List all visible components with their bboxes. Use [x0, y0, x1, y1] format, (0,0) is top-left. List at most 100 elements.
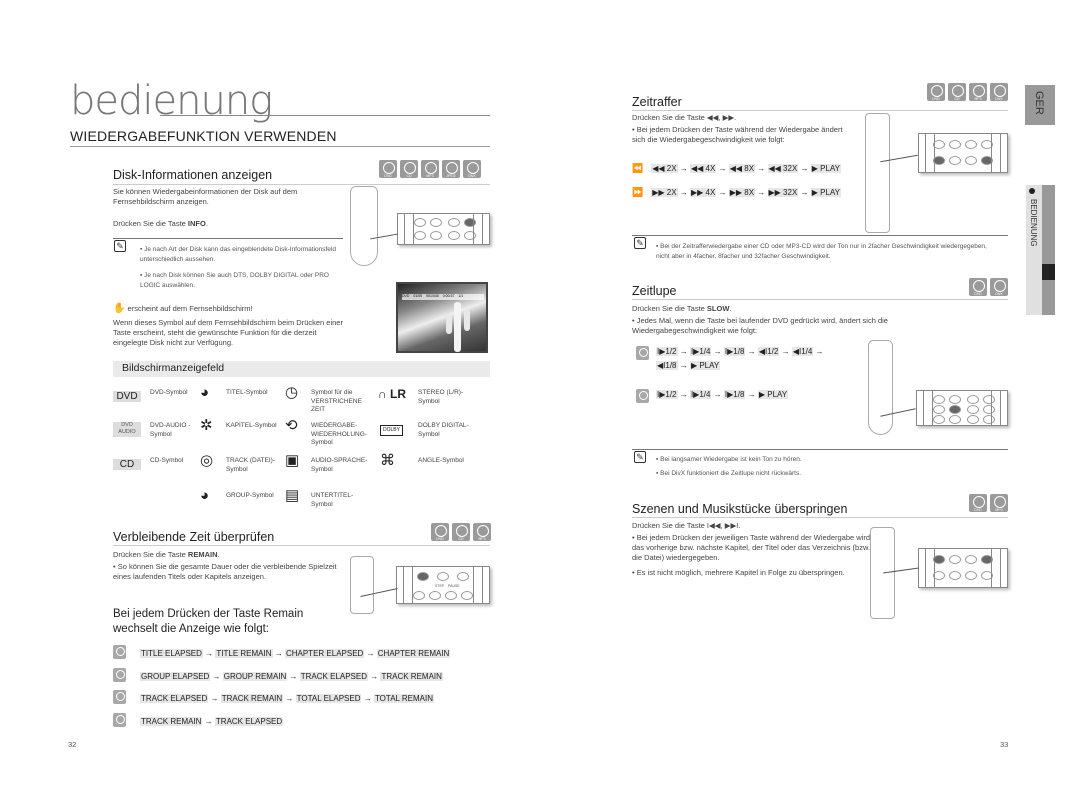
forward-button [981, 156, 993, 165]
symbol-grid: DVD DVD-Symbol ◕ TITEL-Symbol ◷ Symbol für di… [113, 385, 490, 515]
fast-motion-bullet: • Bei jedem Drücken der Taste während de… [632, 125, 843, 144]
note-text: Je nach Disk können Sie auch DTS, DOLBY … [140, 272, 329, 289]
remote-illustration [350, 556, 374, 614]
arrow-icon: → [798, 164, 811, 173]
headphones-lr-icon: ∩ LR [378, 387, 406, 401]
disc-badge-mp3: MP3 [969, 83, 987, 101]
symbol-label: TRACK (DATEI)-Symbol [226, 457, 275, 473]
arrow-icon: → [202, 649, 216, 658]
sequence-step: TRACK REMAIN [220, 694, 284, 703]
note-text: Bei DivX funktioniert die Zeitlupe nicht… [660, 470, 802, 477]
symbol-cell: DOLBY DOLBY DIGITAL-Symbol [378, 420, 469, 452]
disc-badge-dvd: DVD [927, 83, 945, 101]
slow-motion-heading: Zeitlupe [632, 284, 677, 298]
disc-badge-label: DVD [384, 174, 392, 178]
sequence-step: I▶1/2 [656, 390, 678, 399]
skip-instruction: Drücken Sie die Taste I◀◀, ▶▶I. [632, 521, 741, 530]
disk-info-heading: Disk-Informationen anzeigen [113, 168, 273, 182]
arrow-icon: → [677, 188, 690, 197]
fast-motion-note: ▪ Bei der Zeitrafferwiedergabe einer CD … [656, 243, 987, 260]
sequence-step: ▶▶ 8X [728, 188, 756, 197]
remaining-time-rule [113, 545, 490, 546]
symbol-cell: ⌘ ANGLE-Symbol [378, 453, 468, 487]
bullet-text: So können Sie die gesamte Dauer oder die… [113, 562, 337, 581]
tv-screenshot: DVD 01/05 001/040 0:00:37 1/1 [396, 282, 488, 353]
arrow-icon: → [755, 164, 768, 173]
osd-item: DVD [402, 294, 411, 298]
note-text: Je nach Art der Disk kann das eingeblend… [140, 246, 336, 263]
disk-info-note-1: ▪ Je nach Art der Disk kann das eingeble… [140, 246, 336, 263]
bullet-text: Es ist nicht möglich, mehrere Kapitel in… [636, 568, 845, 577]
sequence-step: ▶▶ 4X [689, 188, 717, 197]
disc-badge-cd: CD [400, 160, 418, 178]
arrow-icon: → [711, 347, 724, 356]
subheading-line-2: wechselt die Anzeige wie folgt: [113, 623, 269, 635]
symbol-cell: DVD AUDIO DVD-AUDIO -Symbol [113, 420, 203, 452]
remain-subheading: Bei jedem Drücken der Taste Remain wechs… [113, 607, 303, 637]
sequence-step: CHAPTER ELAPSED [284, 649, 365, 658]
slow-button [949, 405, 961, 414]
chapter-title: bedienung [70, 78, 273, 124]
slow-motion-note-1: ▪ Bei langsamer Wiedergabe ist kein Ton … [656, 456, 802, 463]
remaining-time-bullet: • So können Sie die gesamte Dauer oder d… [113, 562, 337, 581]
disk-info-rule [113, 184, 490, 185]
instruction-key: REMAIN [187, 550, 218, 559]
arrow-icon: → [755, 188, 768, 197]
clock-icon: ◷ [285, 384, 299, 401]
title-icon: ◕ [200, 384, 210, 401]
disc-badge-label: DVD [932, 97, 940, 101]
page-number-left: 32 [68, 740, 77, 749]
language-tab-label: GER [1033, 91, 1045, 115]
sequence-step: I▶1/8 [723, 390, 746, 399]
remain-sequence-row: TRACK REMAIN → TRACK ELAPSED [113, 712, 493, 736]
osd-item: 01/05 [413, 294, 424, 298]
disc-badge-label: JPEG [446, 174, 456, 178]
disc-badge-label: DVD [974, 292, 982, 296]
subheading-line-1: Bei jedem Drücken der Taste Remain [113, 608, 304, 620]
remain-sequence-row: TRACK ELAPSED → TRACK REMAIN → TOTAL ELA… [113, 690, 493, 713]
note-icon: ✎ [634, 237, 646, 249]
remote-callout-search [918, 133, 1008, 173]
disc-icon [113, 712, 126, 727]
disc-badge-label: MP3 [478, 537, 486, 541]
arrow-icon: → [677, 390, 690, 399]
symbol-label: KAPITEL-Symbol [226, 422, 277, 429]
language-tab: GER [1025, 85, 1055, 125]
disc-badge-label: MP3 [426, 174, 434, 178]
symbol-cell: DVD DVD-Symbol [113, 387, 203, 419]
cactus [454, 302, 461, 352]
remote-callout-info [397, 213, 490, 245]
symbol-cell: ◎ TRACK (DATEI)-Symbol [198, 453, 288, 487]
skip-rule [632, 517, 1008, 518]
osd-item: 1/1 [458, 294, 464, 298]
hand-icon: ✋ [113, 303, 126, 314]
symbol-cell: ✲ KAPITEL-Symbol [198, 418, 288, 452]
forward-sequence-row: ⏩ ▶▶ 2X → ▶▶ 4X → ▶▶ 8X → ▶▶ 32X → ▶ PLAY [632, 187, 841, 198]
disc-badge-label: DVD [974, 508, 982, 512]
section-title-rule [70, 146, 490, 147]
bullet-dot-icon [1029, 188, 1035, 194]
note-text: Bei der Zeitrafferwiedergabe einer CD od… [656, 243, 987, 260]
disc-badge-jpeg: JPEG [442, 160, 460, 178]
note-text: Bei langsamer Wiedergabe ist kein Ton zu… [660, 456, 802, 463]
section-tab-strip [1042, 185, 1055, 315]
instruction-text: Drücken Sie die Taste [113, 550, 188, 559]
symbol-label: AUDIO-SPRACHE-Symbol [311, 457, 368, 473]
warning-text: Wenn dieses Symbol auf dem Fernsehbildsc… [113, 318, 343, 347]
sequence-step: I▶1/4 [689, 347, 712, 356]
symbol-cell: ◕ TITEL-Symbol [198, 384, 288, 419]
symbol-cell: ◷ Symbol für die VERSTRICHENE ZEIT [283, 384, 373, 419]
remote-illustration [865, 113, 890, 233]
disc-badge-divx: DivX [990, 83, 1008, 101]
symbol-label: CD-Symbol [150, 457, 184, 464]
arrow-icon: → [202, 716, 215, 726]
instruction-key: SLOW [706, 304, 730, 313]
dolby-icon: DOLBY [380, 425, 403, 436]
bullet-text: Jedes Mal, wenn die Taste bei laufender … [632, 316, 888, 335]
arrow-icon: → [779, 347, 792, 356]
sequence-step: ◀I1/8 [656, 361, 678, 370]
note-icon: ✎ [634, 451, 646, 463]
remain-sequences: TITLE ELAPSED → TITLE REMAIN → CHAPTER E… [113, 645, 493, 735]
arrow-icon: → [745, 390, 758, 399]
remote-callout-slow [916, 390, 1008, 426]
